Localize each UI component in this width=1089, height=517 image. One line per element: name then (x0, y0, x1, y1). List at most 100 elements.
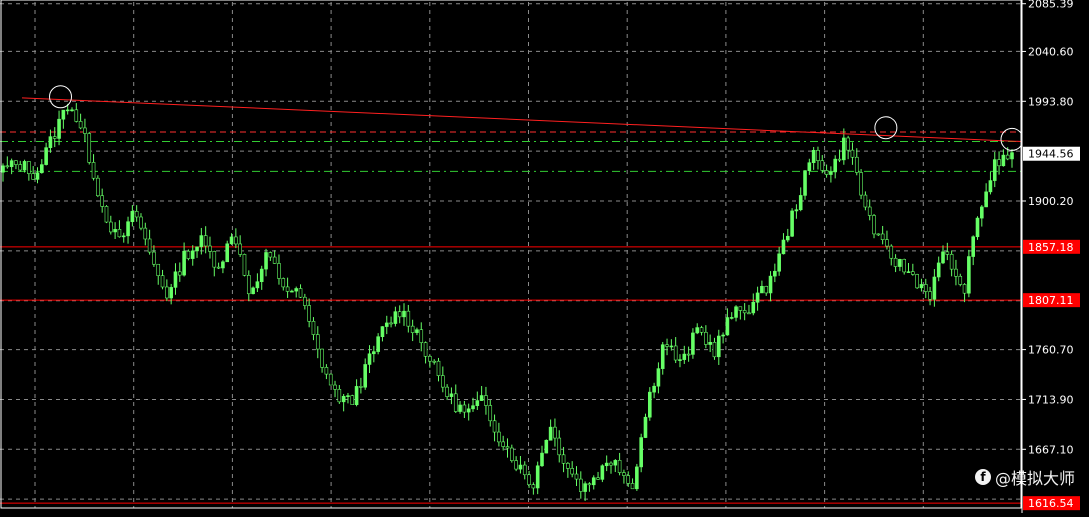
candle-body (246, 275, 251, 295)
candle-body (177, 271, 182, 276)
candle (781, 233, 786, 255)
candle-body (902, 259, 907, 273)
candle (833, 155, 838, 179)
candle-body (915, 274, 919, 289)
candle (665, 338, 669, 356)
candle (488, 400, 493, 427)
candle-body (583, 483, 587, 492)
candle-body (626, 475, 631, 484)
candle-body (130, 211, 135, 223)
candle-body (402, 310, 406, 318)
candle-body (889, 245, 894, 259)
candle (350, 394, 355, 405)
candle (169, 283, 173, 305)
candle (492, 414, 497, 442)
candle (337, 385, 342, 404)
candle-body (945, 251, 950, 255)
candle (1010, 149, 1014, 168)
candle-body (126, 221, 130, 237)
candle-body (591, 477, 596, 486)
candle (186, 249, 191, 261)
candle-body (885, 239, 889, 247)
candle-body (449, 393, 454, 397)
candle (190, 245, 195, 266)
candle (613, 459, 618, 473)
candle (320, 348, 324, 373)
candle-body (777, 253, 781, 272)
candle (117, 220, 122, 238)
candle (324, 364, 329, 380)
candle (315, 326, 320, 359)
candle (984, 183, 988, 208)
candle (954, 259, 958, 286)
candle (962, 283, 967, 303)
price-chart[interactable]: 2085.39 2040.60 1993.80 1900.20 1760.70 1713.… (0, 0, 1089, 513)
chart-canvas[interactable]: 2085.39 2040.60 1993.80 1900.20 1760.70 1713.… (0, 0, 1089, 513)
candle (221, 260, 225, 274)
candle-body (639, 437, 643, 468)
candle (902, 258, 907, 275)
candle (673, 337, 678, 364)
candle (40, 159, 44, 174)
candle (540, 445, 544, 467)
watermark-text: @模拟大师 (994, 469, 1075, 488)
candle-body (574, 473, 579, 480)
candle-body (829, 171, 833, 175)
candle-body (462, 404, 467, 413)
candle-body (919, 284, 924, 289)
candle-body (911, 271, 915, 275)
candle (341, 393, 346, 412)
candle-body (962, 284, 967, 294)
candle (708, 334, 712, 353)
candle-body (872, 215, 876, 235)
candle-body (216, 266, 221, 269)
candle (544, 439, 549, 454)
candle (906, 263, 911, 273)
candle-body (764, 285, 769, 294)
candle-body (255, 281, 260, 289)
candle (604, 455, 609, 472)
candle (889, 244, 894, 266)
candle (785, 228, 790, 243)
candle-body (768, 275, 773, 294)
candle (824, 164, 829, 178)
candle-body (57, 118, 61, 139)
candle (816, 146, 820, 170)
candle (535, 461, 540, 495)
candle (574, 466, 579, 487)
candle-body (397, 311, 402, 318)
candle-body (143, 227, 148, 240)
candle (949, 250, 954, 277)
candle (453, 384, 458, 414)
candle (234, 228, 238, 249)
candle (423, 341, 428, 364)
candle-body (1, 165, 5, 173)
candle-body (837, 158, 842, 161)
candle (104, 205, 109, 224)
candle-body (307, 305, 311, 322)
candle (410, 319, 415, 342)
candle (5, 156, 10, 169)
candle (402, 303, 406, 326)
candle-body (600, 465, 605, 480)
candle-body (303, 296, 307, 306)
candle-body (471, 405, 475, 410)
candle-body (458, 404, 462, 412)
candle (923, 278, 928, 299)
candle-body (997, 159, 1001, 167)
candle-body (372, 351, 376, 355)
candle (372, 345, 376, 363)
candle-body (531, 484, 536, 489)
candle (139, 213, 143, 231)
candle (600, 464, 605, 483)
candle (583, 481, 587, 501)
candle (57, 110, 61, 146)
candle-body (949, 254, 954, 270)
candle-body (803, 170, 807, 196)
candle (419, 322, 424, 352)
candle (27, 161, 31, 181)
candle-body (277, 263, 281, 279)
candle-body (27, 161, 31, 174)
candle-body (936, 262, 941, 278)
candle (561, 446, 566, 473)
